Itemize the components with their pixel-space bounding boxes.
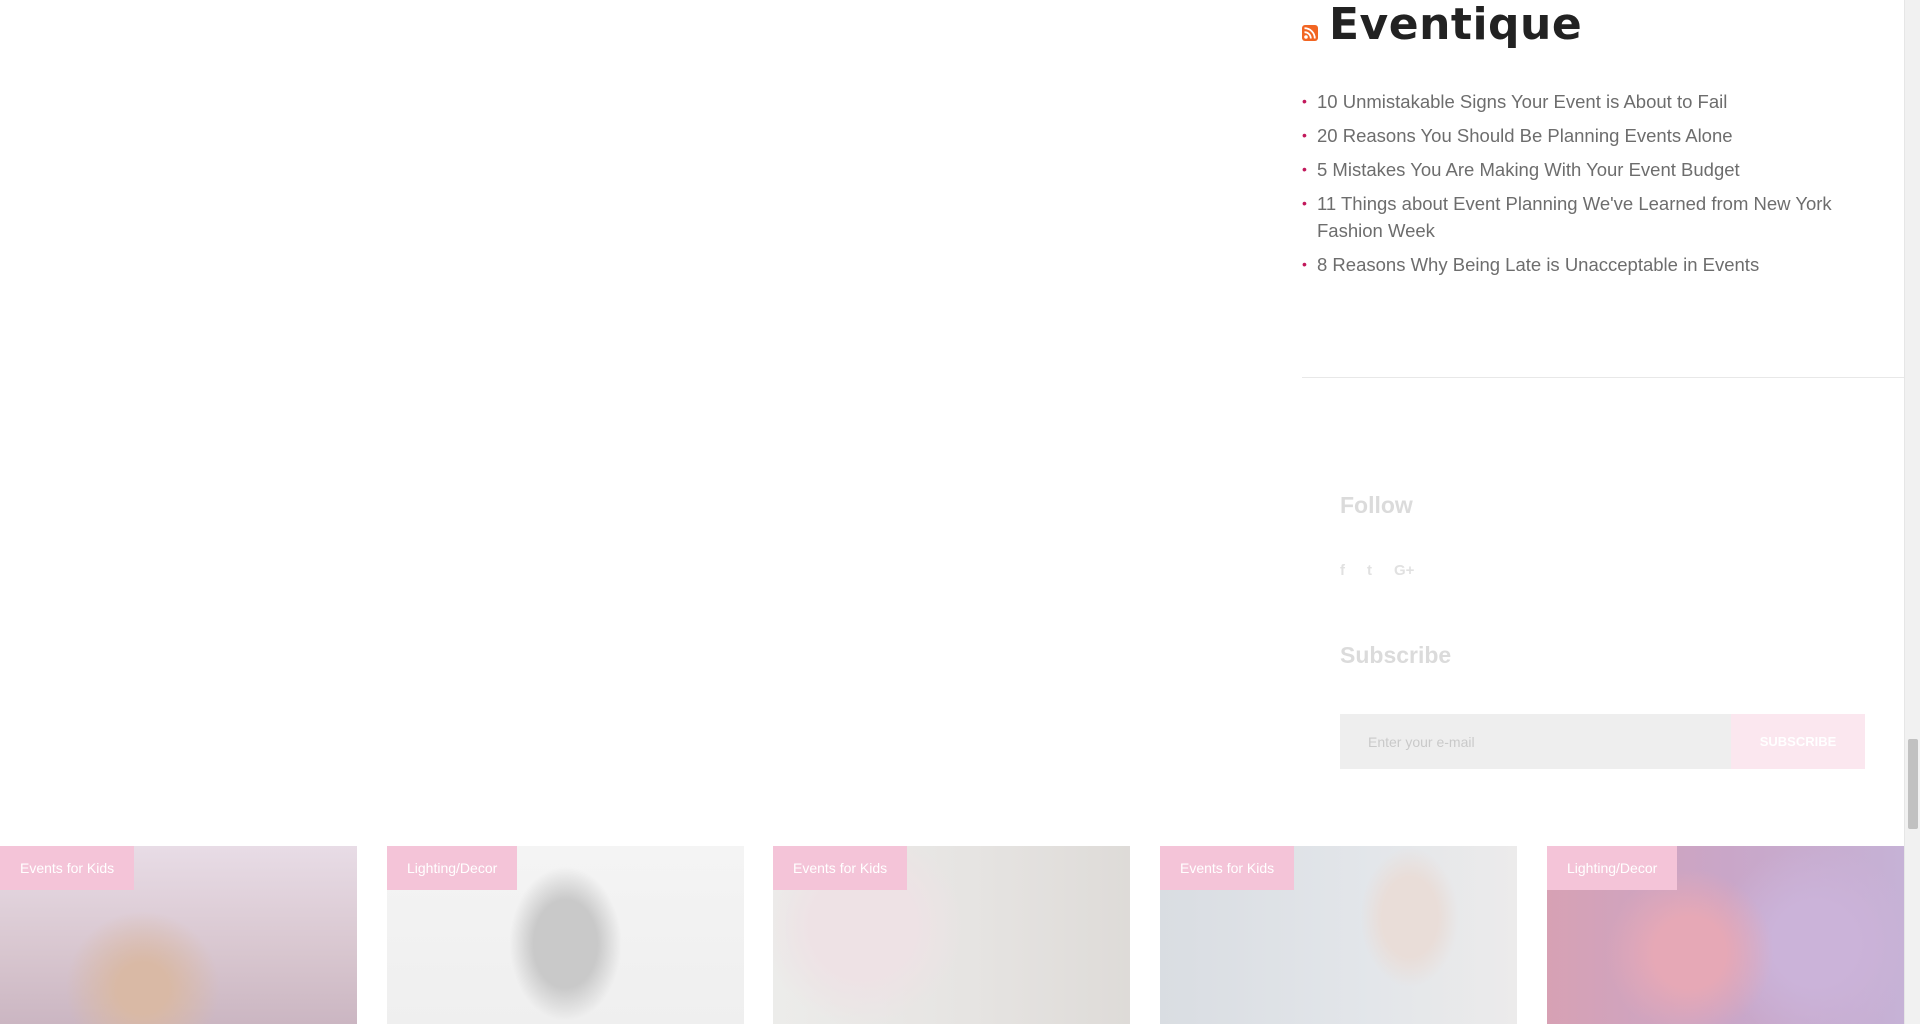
- category-tag[interactable]: Lighting/Decor: [1547, 846, 1678, 890]
- rss-list-item: • 10 Unmistakable Signs Your Event is Ab…: [1302, 88, 1902, 115]
- subscribe-button[interactable]: SUBSCRIBE: [1731, 714, 1865, 769]
- category-tag[interactable]: Events for Kids: [0, 846, 135, 890]
- category-tag[interactable]: Events for Kids: [773, 846, 908, 890]
- subscribe-form: SUBSCRIBE: [1340, 714, 1865, 769]
- rss-list: • 10 Unmistakable Signs Your Event is Ab…: [1302, 88, 1902, 278]
- bullet-icon: •: [1302, 256, 1307, 272]
- email-field[interactable]: [1340, 714, 1731, 769]
- category-tag[interactable]: Events for Kids: [1160, 846, 1295, 890]
- bullet-icon: •: [1302, 161, 1307, 177]
- rss-link[interactable]: 8 Reasons Why Being Late is Unacceptable…: [1317, 254, 1759, 275]
- bullet-icon: •: [1302, 93, 1307, 109]
- bullet-icon: •: [1302, 195, 1307, 211]
- rss-link[interactable]: 11 Things about Event Planning We've Lea…: [1317, 193, 1832, 241]
- follow-title: Follow: [1340, 492, 1413, 518]
- rss-link[interactable]: 20 Reasons You Should Be Planning Events…: [1317, 125, 1733, 146]
- google-plus-icon[interactable]: G+: [1394, 562, 1414, 579]
- bullet-icon: •: [1302, 127, 1307, 143]
- social-icons: f t G+: [1340, 562, 1414, 579]
- gallery-card[interactable]: Events for Kids: [773, 846, 1130, 1024]
- gallery-card[interactable]: Events for Kids: [0, 846, 357, 1024]
- twitter-icon[interactable]: t: [1367, 562, 1372, 579]
- rss-list-item: • 5 Mistakes You Are Making With Your Ev…: [1302, 156, 1902, 183]
- gallery: Events for Kids Lighting/Decor Events fo…: [0, 846, 1904, 1024]
- rss-list-item: • 20 Reasons You Should Be Planning Even…: [1302, 122, 1902, 149]
- rss-list-item: • 8 Reasons Why Being Late is Unacceptab…: [1302, 251, 1902, 278]
- rss-list-item: • 11 Things about Event Planning We've L…: [1302, 190, 1902, 244]
- facebook-icon[interactable]: f: [1340, 562, 1345, 579]
- rss-widget: Eventique • 10 Unmistakable Signs Your E…: [1302, 0, 1902, 285]
- gallery-card[interactable]: Lighting/Decor: [1547, 846, 1904, 1024]
- rss-link[interactable]: 5 Mistakes You Are Making With Your Even…: [1317, 159, 1740, 180]
- rss-link[interactable]: 10 Unmistakable Signs Your Event is Abou…: [1317, 91, 1727, 112]
- category-tag[interactable]: Lighting/Decor: [387, 846, 518, 890]
- scrollbar-thumb[interactable]: [1908, 739, 1918, 829]
- rss-title-row: Eventique: [1302, 0, 1902, 50]
- gallery-card[interactable]: Events for Kids: [1160, 846, 1517, 1024]
- rss-widget-title[interactable]: Eventique: [1329, 0, 1582, 50]
- subscribe-title: Subscribe: [1340, 642, 1452, 668]
- gallery-card[interactable]: Lighting/Decor: [387, 846, 744, 1024]
- vertical-scrollbar[interactable]: [1904, 0, 1920, 1024]
- rss-icon[interactable]: [1302, 25, 1318, 41]
- section-divider: [1302, 377, 1904, 378]
- page: Eventique • 10 Unmistakable Signs Your E…: [0, 0, 1904, 1024]
